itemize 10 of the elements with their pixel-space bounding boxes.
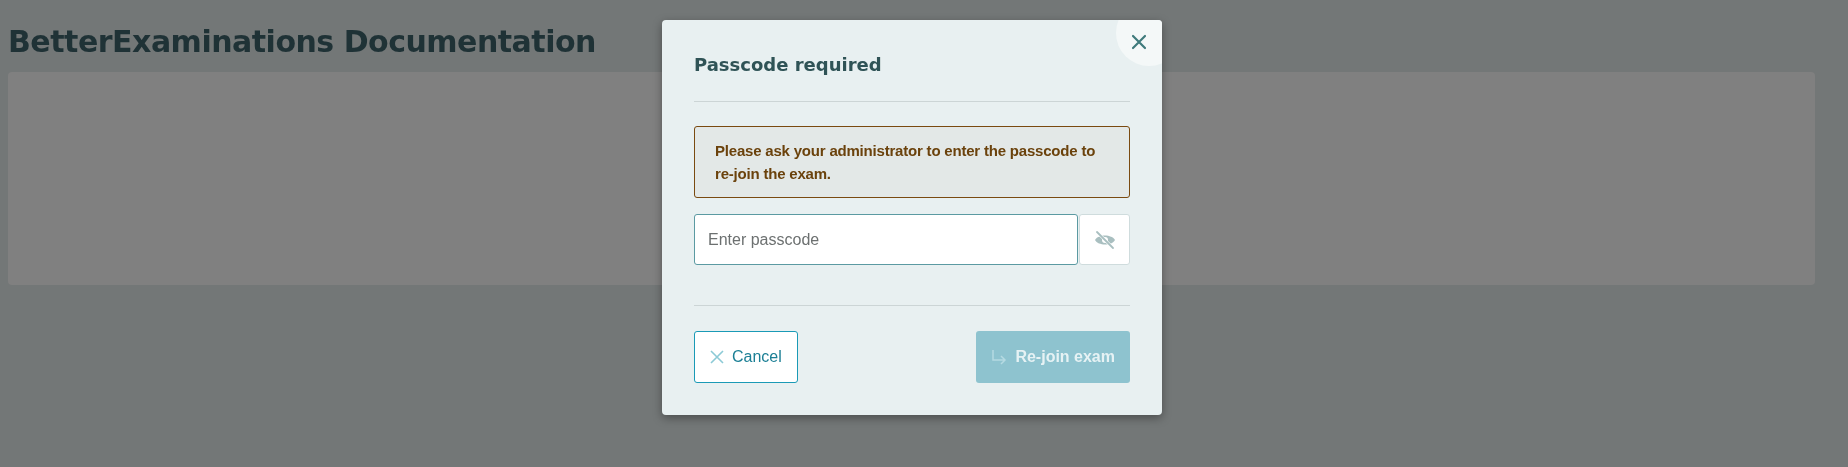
cancel-button[interactable]: Cancel [694,331,798,383]
alert-message: Please ask your administrator to enter the passcode to re-join the exam. [694,126,1130,198]
passcode-field[interactable]: Enter passcode [694,214,1078,265]
close-icon [1130,33,1148,51]
dialog-title: Passcode required [694,54,883,75]
close-icon [710,350,724,364]
visibility-toggle[interactable] [1079,214,1130,265]
arrow-icon [991,349,1008,365]
page-title: BetterExaminations Documentation [8,23,596,61]
eye-slash-icon [1093,229,1116,250]
